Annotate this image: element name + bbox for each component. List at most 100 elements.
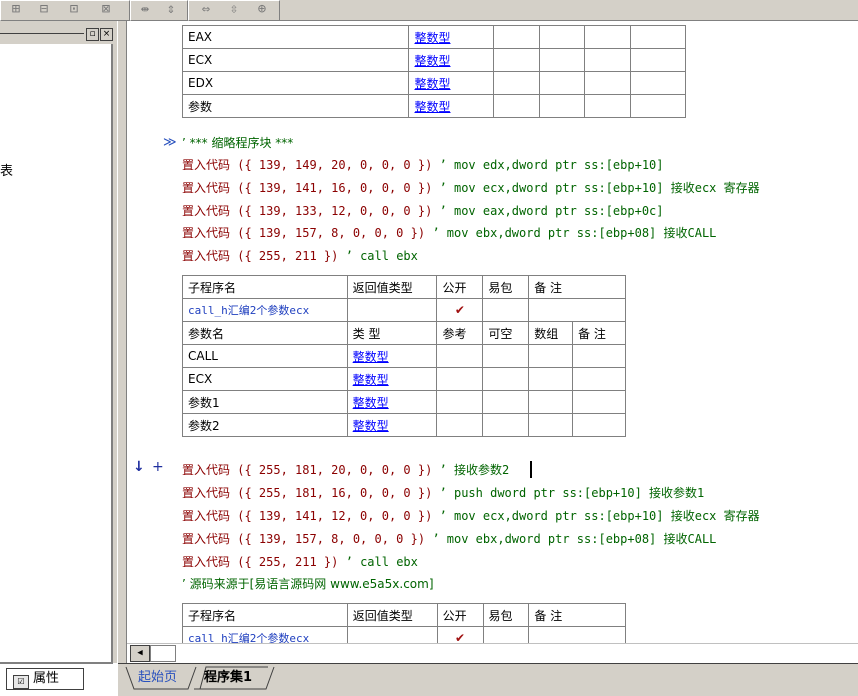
cell[interactable] (528, 390, 574, 414)
cell[interactable] (528, 367, 574, 391)
cell[interactable] (493, 48, 541, 72)
cell[interactable] (528, 344, 574, 368)
var-type-link[interactable]: 整数型 (408, 94, 495, 118)
table-row[interactable]: CALL 整数型 (182, 344, 626, 368)
cell[interactable] (630, 94, 686, 118)
tab-start-page[interactable]: 起始页 (138, 668, 177, 688)
param-name[interactable]: ECX (182, 367, 348, 391)
code-line[interactable]: 置入代码 ({ 255, 181, 16, 0, 0, 0 }) ’ push … (182, 483, 704, 503)
arrow-down-icon[interactable]: ↓ (133, 459, 145, 475)
cell[interactable] (436, 390, 484, 414)
cell[interactable] (584, 48, 632, 72)
code-line[interactable]: 置入代码 ({ 139, 157, 8, 0, 0, 0 }) ’ mov eb… (182, 529, 716, 549)
left-panel-list[interactable] (0, 44, 113, 664)
public-check-icon[interactable]: ✔ (436, 626, 484, 643)
param-type-link[interactable]: 整数型 (346, 367, 438, 391)
var-type-link[interactable]: 整数型 (408, 71, 495, 95)
cell[interactable] (493, 25, 541, 49)
fit-width-icon[interactable]: ⇔ (194, 1, 218, 18)
cell[interactable] (436, 344, 484, 368)
cell[interactable] (493, 94, 541, 118)
cell[interactable] (572, 367, 626, 391)
code-line[interactable]: 置入代码 ({ 255, 211 }) ’ call ebx (182, 552, 418, 572)
cell[interactable] (572, 390, 626, 414)
cell[interactable] (482, 367, 530, 391)
var-name[interactable]: 参数 (181, 94, 410, 118)
cell[interactable] (584, 71, 632, 95)
return-type-cell[interactable] (346, 298, 438, 322)
table-row[interactable]: 参数1 整数型 (182, 390, 626, 414)
code-line[interactable]: 置入代码 ({ 139, 157, 8, 0, 0, 0 }) ’ mov eb… (182, 223, 716, 243)
public-check-icon[interactable]: ✔ (436, 298, 484, 322)
restore-icon[interactable]: ▫ (86, 28, 99, 41)
cell[interactable] (482, 390, 530, 414)
cell[interactable] (539, 48, 586, 72)
fit-height-icon[interactable]: ⇳ (222, 1, 246, 18)
horizontal-scrollbar[interactable] (127, 643, 858, 662)
fit-all-icon[interactable]: ⊕ (250, 1, 274, 18)
cell[interactable] (539, 71, 586, 95)
cell[interactable] (584, 94, 632, 118)
width-icon[interactable]: ⇹ (134, 1, 156, 18)
table-row[interactable]: EDX 整数型 (181, 71, 686, 95)
cell[interactable] (630, 25, 686, 49)
var-name[interactable]: EDX (181, 71, 410, 95)
code-line[interactable]: 置入代码 ({ 139, 141, 12, 0, 0, 0 }) ’ mov e… (182, 506, 760, 526)
cell[interactable] (436, 413, 484, 437)
table-row[interactable]: EAX 整数型 (181, 25, 686, 49)
cell[interactable] (630, 71, 686, 95)
remark-cell[interactable] (528, 626, 626, 643)
cell[interactable] (572, 344, 626, 368)
code-line[interactable]: 置入代码 ({ 139, 141, 16, 0, 0, 0 }) ’ mov e… (182, 178, 760, 198)
block-marker-icon[interactable]: ≫ (163, 135, 177, 150)
param-type-link[interactable]: 整数型 (346, 413, 438, 437)
return-type-cell[interactable] (346, 626, 438, 643)
scroll-thumb[interactable] (150, 645, 176, 662)
cell[interactable] (539, 25, 586, 49)
cols-icon[interactable]: ⊞ (4, 1, 28, 18)
param-name[interactable]: 参数2 (182, 413, 348, 437)
code-line[interactable]: 置入代码 ({ 255, 211 }) ’ call ebx (182, 246, 418, 266)
var-type-link[interactable]: 整数型 (408, 25, 495, 49)
param-type-link[interactable]: 整数型 (346, 390, 438, 414)
cell[interactable] (436, 367, 484, 391)
code-line[interactable]: 置入代码 ({ 255, 181, 20, 0, 0, 0 }) ’ 接收参数2 (182, 460, 509, 480)
cell[interactable] (493, 71, 541, 95)
code-line[interactable]: 置入代码 ({ 139, 149, 20, 0, 0, 0 }) ’ mov e… (182, 155, 664, 175)
merge-icon[interactable]: ⊡ (60, 1, 88, 18)
param-name[interactable]: CALL (182, 344, 348, 368)
height-icon[interactable]: ⇕ (160, 1, 182, 18)
param-name[interactable]: 参数1 (182, 390, 348, 414)
expand-icon[interactable]: + (152, 459, 164, 475)
table-row[interactable]: call_h汇编2个参数ecx ✔ (182, 626, 626, 643)
sub-name[interactable]: call_h汇编2个参数ecx (182, 298, 348, 322)
var-type-link[interactable]: 整数型 (408, 48, 495, 72)
cell[interactable] (630, 48, 686, 72)
var-name[interactable]: EAX (181, 25, 410, 49)
block-comment[interactable]: ’ *** 缩略程序块 *** (182, 133, 293, 153)
tab-program-set[interactable]: 程序集1 (204, 668, 252, 688)
split-icon[interactable]: ⊠ (92, 1, 120, 18)
sub-name[interactable]: call_h汇编2个参数ecx (182, 626, 348, 643)
close-icon[interactable]: × (100, 28, 113, 41)
table-row[interactable]: call_h汇编2个参数ecx ✔ (182, 298, 626, 322)
cell[interactable] (482, 413, 530, 437)
param-type-link[interactable]: 整数型 (346, 344, 438, 368)
easy-pack-cell[interactable] (482, 298, 530, 322)
table-row[interactable]: ECX 整数型 (182, 367, 626, 391)
var-name[interactable]: ECX (181, 48, 410, 72)
cell[interactable] (528, 413, 574, 437)
cell[interactable] (572, 413, 626, 437)
cell[interactable] (539, 94, 586, 118)
cell[interactable] (584, 25, 632, 49)
properties-tab[interactable]: ☑ 属性 (6, 668, 84, 690)
easy-pack-cell[interactable] (482, 626, 530, 643)
scroll-left-icon[interactable]: ◀ (130, 645, 150, 662)
rows-icon[interactable]: ⊟ (32, 1, 56, 18)
table-row[interactable]: 参数 整数型 (181, 94, 686, 118)
table-row[interactable]: 参数2 整数型 (182, 413, 626, 437)
source-comment[interactable]: ’ 源码来源于[易语言源码网 www.e5a5x.com] (182, 574, 434, 594)
remark-cell[interactable] (528, 298, 626, 322)
table-row[interactable]: ECX 整数型 (181, 48, 686, 72)
code-line[interactable]: 置入代码 ({ 139, 133, 12, 0, 0, 0 }) ’ mov e… (182, 201, 664, 221)
